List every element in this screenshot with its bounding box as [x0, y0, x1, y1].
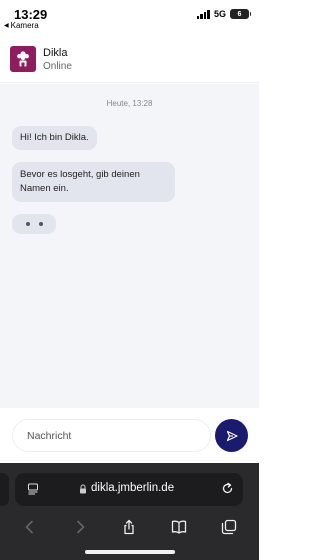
- avatar: [10, 46, 36, 72]
- bookmarks-button[interactable]: [166, 514, 192, 540]
- chat-header: Dikla Online: [0, 40, 259, 83]
- dikla-logo-icon: [17, 51, 29, 67]
- share-icon: [124, 519, 135, 535]
- battery-level: 6: [237, 10, 242, 18]
- browser-toolbar: [0, 513, 259, 541]
- status-bar: 13:29 ◀ Kamera 5G 6: [0, 0, 259, 34]
- back-arrow-icon: [25, 520, 33, 534]
- bookmarks-icon: [172, 520, 187, 534]
- chat-contact-name: Dikla: [43, 47, 68, 59]
- tabs-button[interactable]: [216, 514, 242, 540]
- url-text: dikla.jmberlin.de: [91, 482, 175, 494]
- typing-dot: [25, 222, 30, 226]
- send-icon: [226, 430, 238, 441]
- forward-arrow-icon: [76, 520, 84, 534]
- message-composer: [0, 408, 259, 463]
- status-indicators: 5G 6: [196, 9, 251, 19]
- back-button[interactable]: [17, 514, 43, 540]
- chat-messages-area[interactable]: Heute, 13:28 Hi! Ich bin Dikla. Bevor es…: [0, 84, 259, 408]
- forward-button[interactable]: [67, 514, 93, 540]
- typing-dot: [38, 222, 43, 226]
- message-timestamp: Heute, 13:28: [106, 99, 153, 108]
- tabs-icon: [221, 519, 237, 535]
- reload-icon[interactable]: [221, 482, 234, 495]
- lock-icon: [80, 484, 86, 494]
- page-menu-icon[interactable]: [27, 483, 39, 495]
- previous-tab-edge[interactable]: [0, 473, 9, 506]
- cellular-signal-icon: [196, 9, 210, 19]
- share-button[interactable]: [116, 514, 142, 540]
- status-time: 13:29: [14, 7, 48, 22]
- back-to-app-link[interactable]: ◀ Kamera: [4, 21, 39, 30]
- browser-chrome: dikla.jmberlin.de: [0, 463, 259, 560]
- network-type: 5G: [213, 9, 226, 19]
- battery-icon: 6: [230, 9, 251, 19]
- home-indicator: [85, 550, 175, 554]
- message-bubble: Bevor es losgeht, gib deinen Namen ein.: [12, 162, 175, 202]
- back-triangle-icon: ◀: [4, 23, 9, 29]
- typing-indicator: [12, 214, 56, 234]
- message-bubble: Hi! Ich bin Dikla.: [12, 126, 97, 150]
- message-input[interactable]: [12, 419, 211, 452]
- address-bar[interactable]: dikla.jmberlin.de: [15, 473, 243, 506]
- send-button[interactable]: [215, 419, 248, 452]
- chat-contact-status: Online: [43, 61, 72, 72]
- back-app-label: Kamera: [10, 21, 39, 30]
